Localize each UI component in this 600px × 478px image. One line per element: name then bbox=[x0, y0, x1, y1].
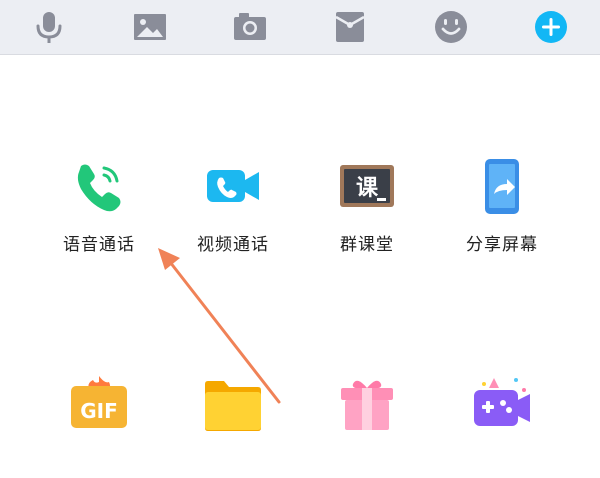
input-toolbar bbox=[0, 0, 600, 55]
gif-icon: GIF bbox=[71, 374, 127, 430]
phone-icon bbox=[71, 158, 127, 214]
gif-badge: GIF bbox=[80, 399, 118, 423]
gif-item[interactable]: GIF bbox=[44, 374, 154, 474]
gift-item[interactable] bbox=[312, 376, 422, 476]
red-envelope-icon[interactable] bbox=[330, 7, 370, 47]
game-icon bbox=[474, 374, 530, 430]
folder-icon bbox=[205, 378, 261, 434]
voice-call-label: 语音通话 bbox=[63, 235, 135, 255]
group-classroom-label: 群课堂 bbox=[340, 235, 394, 255]
plus-icon[interactable] bbox=[531, 7, 571, 47]
video-call-label: 视频通话 bbox=[197, 235, 269, 255]
camera-icon[interactable] bbox=[230, 7, 270, 47]
share-screen-label: 分享屏幕 bbox=[466, 235, 538, 255]
video-call-icon bbox=[205, 158, 261, 214]
game-item[interactable] bbox=[447, 374, 557, 474]
gift-icon bbox=[339, 376, 395, 432]
image-icon[interactable] bbox=[130, 7, 170, 47]
share-screen-icon bbox=[474, 158, 530, 214]
voice-call-item[interactable]: 语音通话 bbox=[44, 158, 154, 258]
classroom-board-icon: 课 bbox=[339, 158, 395, 214]
emoji-icon[interactable] bbox=[431, 7, 471, 47]
video-call-item[interactable]: 视频通话 bbox=[178, 158, 288, 258]
file-item[interactable] bbox=[178, 378, 288, 478]
microphone-icon[interactable] bbox=[29, 7, 69, 47]
classroom-badge: 课 bbox=[356, 176, 379, 201]
share-screen-item[interactable]: 分享屏幕 bbox=[447, 158, 557, 258]
group-classroom-item[interactable]: 课 群课堂 bbox=[312, 158, 422, 258]
